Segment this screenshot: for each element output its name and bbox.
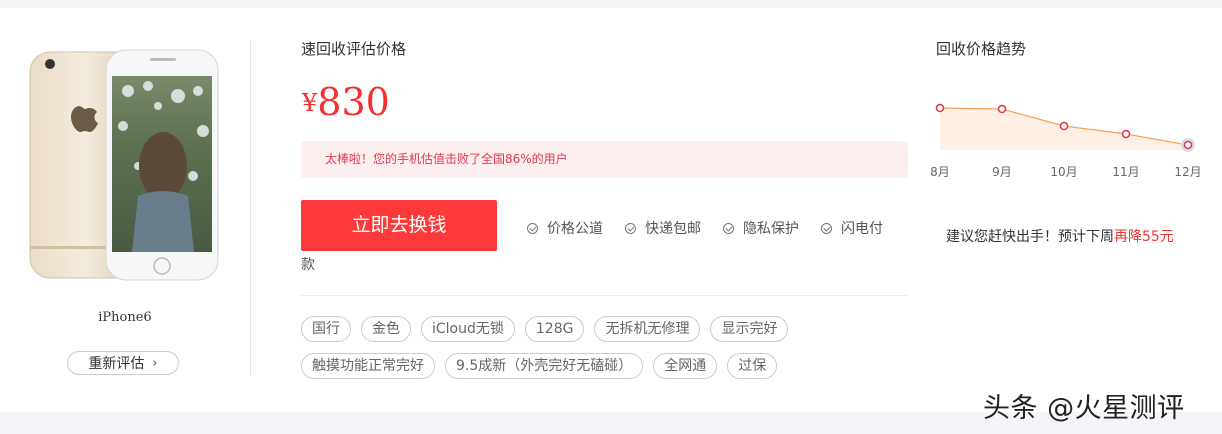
guarantee-label: 隐私保护 <box>743 221 799 237</box>
trend-point <box>997 104 1007 114</box>
trend-tick-label: 10月 <box>1050 165 1077 179</box>
model-name: iPhone6 <box>98 310 152 325</box>
price-trend-chart: 8月 9月 10月 11月 12月 <box>930 103 1202 179</box>
watermark-text: 头条 @火星测评 <box>983 393 1185 424</box>
guarantee-label: 快递包邮 <box>645 221 701 237</box>
re-evaluate-button[interactable]: 重新评估 › <box>67 351 179 375</box>
trend-point <box>935 103 945 113</box>
condition-tag: 无拆机无修理 <box>594 316 701 342</box>
condition-tag: 显示完好 <box>710 316 789 342</box>
advice-text: 建议您赶快出手！预计下周 <box>946 229 1114 245</box>
valuation-title: 速回收评估价格 <box>301 40 407 58</box>
check-circle-icon <box>527 222 538 234</box>
check-circle-icon <box>723 222 734 234</box>
trend-tick-label: 12月 <box>1174 165 1201 179</box>
price-value: 830 <box>317 80 390 124</box>
condition-tag: 触摸功能正常完好 <box>301 353 435 379</box>
iphone-product-image <box>29 49 219 281</box>
trend-point <box>1183 140 1193 150</box>
condition-tag: 128G <box>524 316 585 342</box>
ranking-banner: 太棒啦！您的手机估值击败了全国86%的用户 <box>301 141 908 178</box>
column-divider <box>250 40 251 376</box>
trend-tick-label: 8月 <box>930 165 950 179</box>
condition-tag: 金色 <box>361 316 411 342</box>
check-circle-icon <box>625 222 636 234</box>
guarantee-item: 隐私保护 <box>723 218 799 238</box>
guarantee-label: 价格公道 <box>547 221 603 237</box>
tag-row: 触摸功能正常完好 9.5成新（外壳完好无磕碰） 全网通 过保 <box>301 353 921 379</box>
guarantee-item: 价格公道 <box>527 218 603 238</box>
trend-tick-label: 11月 <box>1112 165 1139 179</box>
advice-highlight: 再降55元 <box>1114 229 1174 245</box>
condition-tag: iCloud无锁 <box>421 316 515 342</box>
guarantee-item: 闪电付 <box>821 218 883 238</box>
guarantee-label-wrap: 款 <box>301 257 315 273</box>
exchange-cash-button[interactable]: 立即去换钱 <box>301 200 497 251</box>
guarantee-label: 闪电付 <box>841 221 883 237</box>
chevron-right-icon: › <box>152 355 158 371</box>
trend-point <box>1059 121 1069 131</box>
condition-tag: 全网通 <box>653 353 718 379</box>
section-divider <box>301 295 908 296</box>
guarantee-list: 价格公道 快递包邮 隐私保护 闪电付 <box>527 218 883 238</box>
trend-tick-label: 9月 <box>992 165 1012 179</box>
trend-title: 回收价格趋势 <box>936 40 1027 58</box>
valuation-card: iPhone6 重新评估 › 速回收评估价格 ¥830 太棒啦！您的手机估值击败… <box>0 8 1222 412</box>
condition-tags: 国行 金色 iCloud无锁 128G 无拆机无修理 显示完好 触摸功能正常完好… <box>301 316 921 390</box>
re-evaluate-label: 重新评估 <box>88 356 145 372</box>
condition-tag: 9.5成新（外壳完好无磕碰） <box>445 353 644 379</box>
condition-tag: 过保 <box>727 353 778 379</box>
check-circle-icon <box>821 222 832 234</box>
guarantee-item: 快递包邮 <box>625 218 701 238</box>
tag-row: 国行 金色 iCloud无锁 128G 无拆机无修理 显示完好 <box>301 316 921 342</box>
currency-symbol: ¥ <box>302 89 318 117</box>
price-display: ¥830 <box>302 80 390 124</box>
trend-point <box>1121 129 1131 139</box>
sell-advice: 建议您赶快出手！预计下周再降55元 <box>946 226 1174 246</box>
condition-tag: 国行 <box>301 316 351 342</box>
